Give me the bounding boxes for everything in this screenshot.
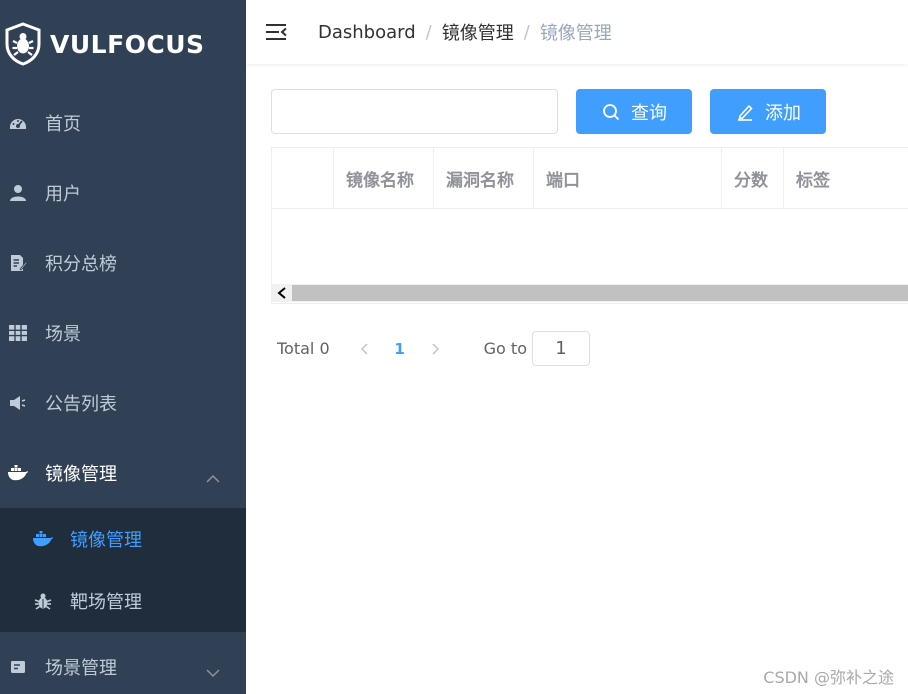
- sidebar: VULFOCUS 首页 用户 积分总榜 场景 公告列表 镜像管理 镜像管理 靶场…: [0, 0, 246, 694]
- column-header-tags: 标签: [796, 170, 830, 191]
- column-header-vuln-name: 漏洞名称: [434, 148, 534, 208]
- sidebar-subitem-image-management[interactable]: 镜像管理: [0, 508, 246, 570]
- navbar: Dashboard / 镜像管理 / 镜像管理: [246, 0, 908, 64]
- app-logo[interactable]: VULFOCUS: [0, 0, 246, 88]
- breadcrumb-image-management[interactable]: 镜像管理: [442, 19, 514, 45]
- megaphone-icon: [8, 393, 28, 413]
- scrollbar-thumb[interactable]: [292, 285, 908, 301]
- image-table: 镜像名称 漏洞名称 端口 分数 标签: [271, 147, 908, 304]
- column-header-port: 端口: [534, 148, 722, 208]
- sidebar-item-label: 积分总榜: [45, 254, 117, 275]
- search-input[interactable]: [271, 89, 558, 134]
- sidebar-item-image-management[interactable]: 镜像管理: [0, 438, 246, 508]
- hamburger-menu-icon[interactable]: [264, 20, 288, 44]
- breadcrumb-separator: /: [425, 21, 432, 43]
- chevron-up-icon: [206, 468, 220, 489]
- sidebar-item-label: 用户: [45, 184, 81, 205]
- scroll-left-arrow-icon[interactable]: [272, 284, 292, 302]
- chevron-down-icon: [206, 662, 220, 683]
- watermark: CSDN @弥补之途: [763, 668, 894, 687]
- pagination-total: Total 0: [277, 339, 330, 358]
- docker-whale-icon: [33, 529, 53, 549]
- pagination-goto: Go to: [484, 331, 590, 366]
- breadcrumb-dashboard[interactable]: Dashboard: [318, 22, 416, 43]
- sidebar-item-label: 场景: [45, 324, 81, 345]
- sidebar-item-home[interactable]: 首页: [0, 88, 246, 158]
- pagination: Total 0 1 Go to: [277, 331, 590, 366]
- sidebar-item-announcements[interactable]: 公告列表: [0, 368, 246, 438]
- breadcrumb-current: 镜像管理: [539, 23, 612, 44]
- add-button[interactable]: 添加: [710, 89, 826, 134]
- table-header: 镜像名称 漏洞名称 端口 分数 标签: [272, 148, 908, 209]
- document-edit-icon: [8, 253, 28, 273]
- docker-whale-icon: [8, 463, 28, 483]
- submenu-image-management: 镜像管理 靶场管理: [0, 508, 246, 632]
- goto-label: Go to: [483, 339, 527, 358]
- breadcrumb: Dashboard / 镜像管理 / 镜像管理: [318, 19, 612, 45]
- table-body-empty: [272, 209, 908, 284]
- sidebar-subitem-range-management[interactable]: 靶场管理: [0, 570, 246, 632]
- next-page-icon[interactable]: [422, 342, 448, 356]
- user-icon: [8, 183, 28, 203]
- breadcrumb-separator: /: [523, 21, 530, 43]
- horizontal-scrollbar[interactable]: [272, 284, 908, 302]
- column-header-image-name: 镜像名称: [334, 148, 434, 208]
- column-header-score: 分数: [722, 148, 784, 208]
- edit-pen-icon: [735, 102, 755, 122]
- goto-page-input[interactable]: [531, 331, 590, 366]
- shield-bug-logo-icon: [4, 22, 42, 66]
- page-number-current[interactable]: 1: [378, 340, 422, 358]
- prev-page-icon[interactable]: [352, 342, 378, 356]
- sidebar-item-label: 公告列表: [45, 394, 117, 415]
- search-icon: [601, 102, 621, 122]
- sidebar-item-label: 镜像管理: [45, 464, 117, 485]
- query-button[interactable]: 查询: [576, 89, 692, 134]
- column-header-select: [272, 148, 334, 208]
- bug-icon: [33, 591, 53, 611]
- sidebar-item-label: 首页: [45, 114, 81, 135]
- sidebar-item-scenes[interactable]: 场景: [0, 298, 246, 368]
- sidebar-item-scene-management[interactable]: 场景管理: [0, 632, 246, 694]
- sidebar-item-leaderboard[interactable]: 积分总榜: [0, 228, 246, 298]
- dashboard-icon: [8, 113, 28, 133]
- sidebar-subitem-label: 靶场管理: [70, 592, 142, 613]
- logo-text: VULFOCUS: [50, 29, 205, 59]
- sidebar-subitem-label: 镜像管理: [70, 530, 142, 551]
- query-button-label: 查询: [631, 102, 667, 124]
- sidebar-item-users[interactable]: 用户: [0, 158, 246, 228]
- scene-card-icon: [8, 657, 28, 677]
- sidebar-item-label: 场景管理: [45, 658, 117, 679]
- table-grid-icon: [8, 323, 28, 343]
- add-button-label: 添加: [765, 102, 801, 124]
